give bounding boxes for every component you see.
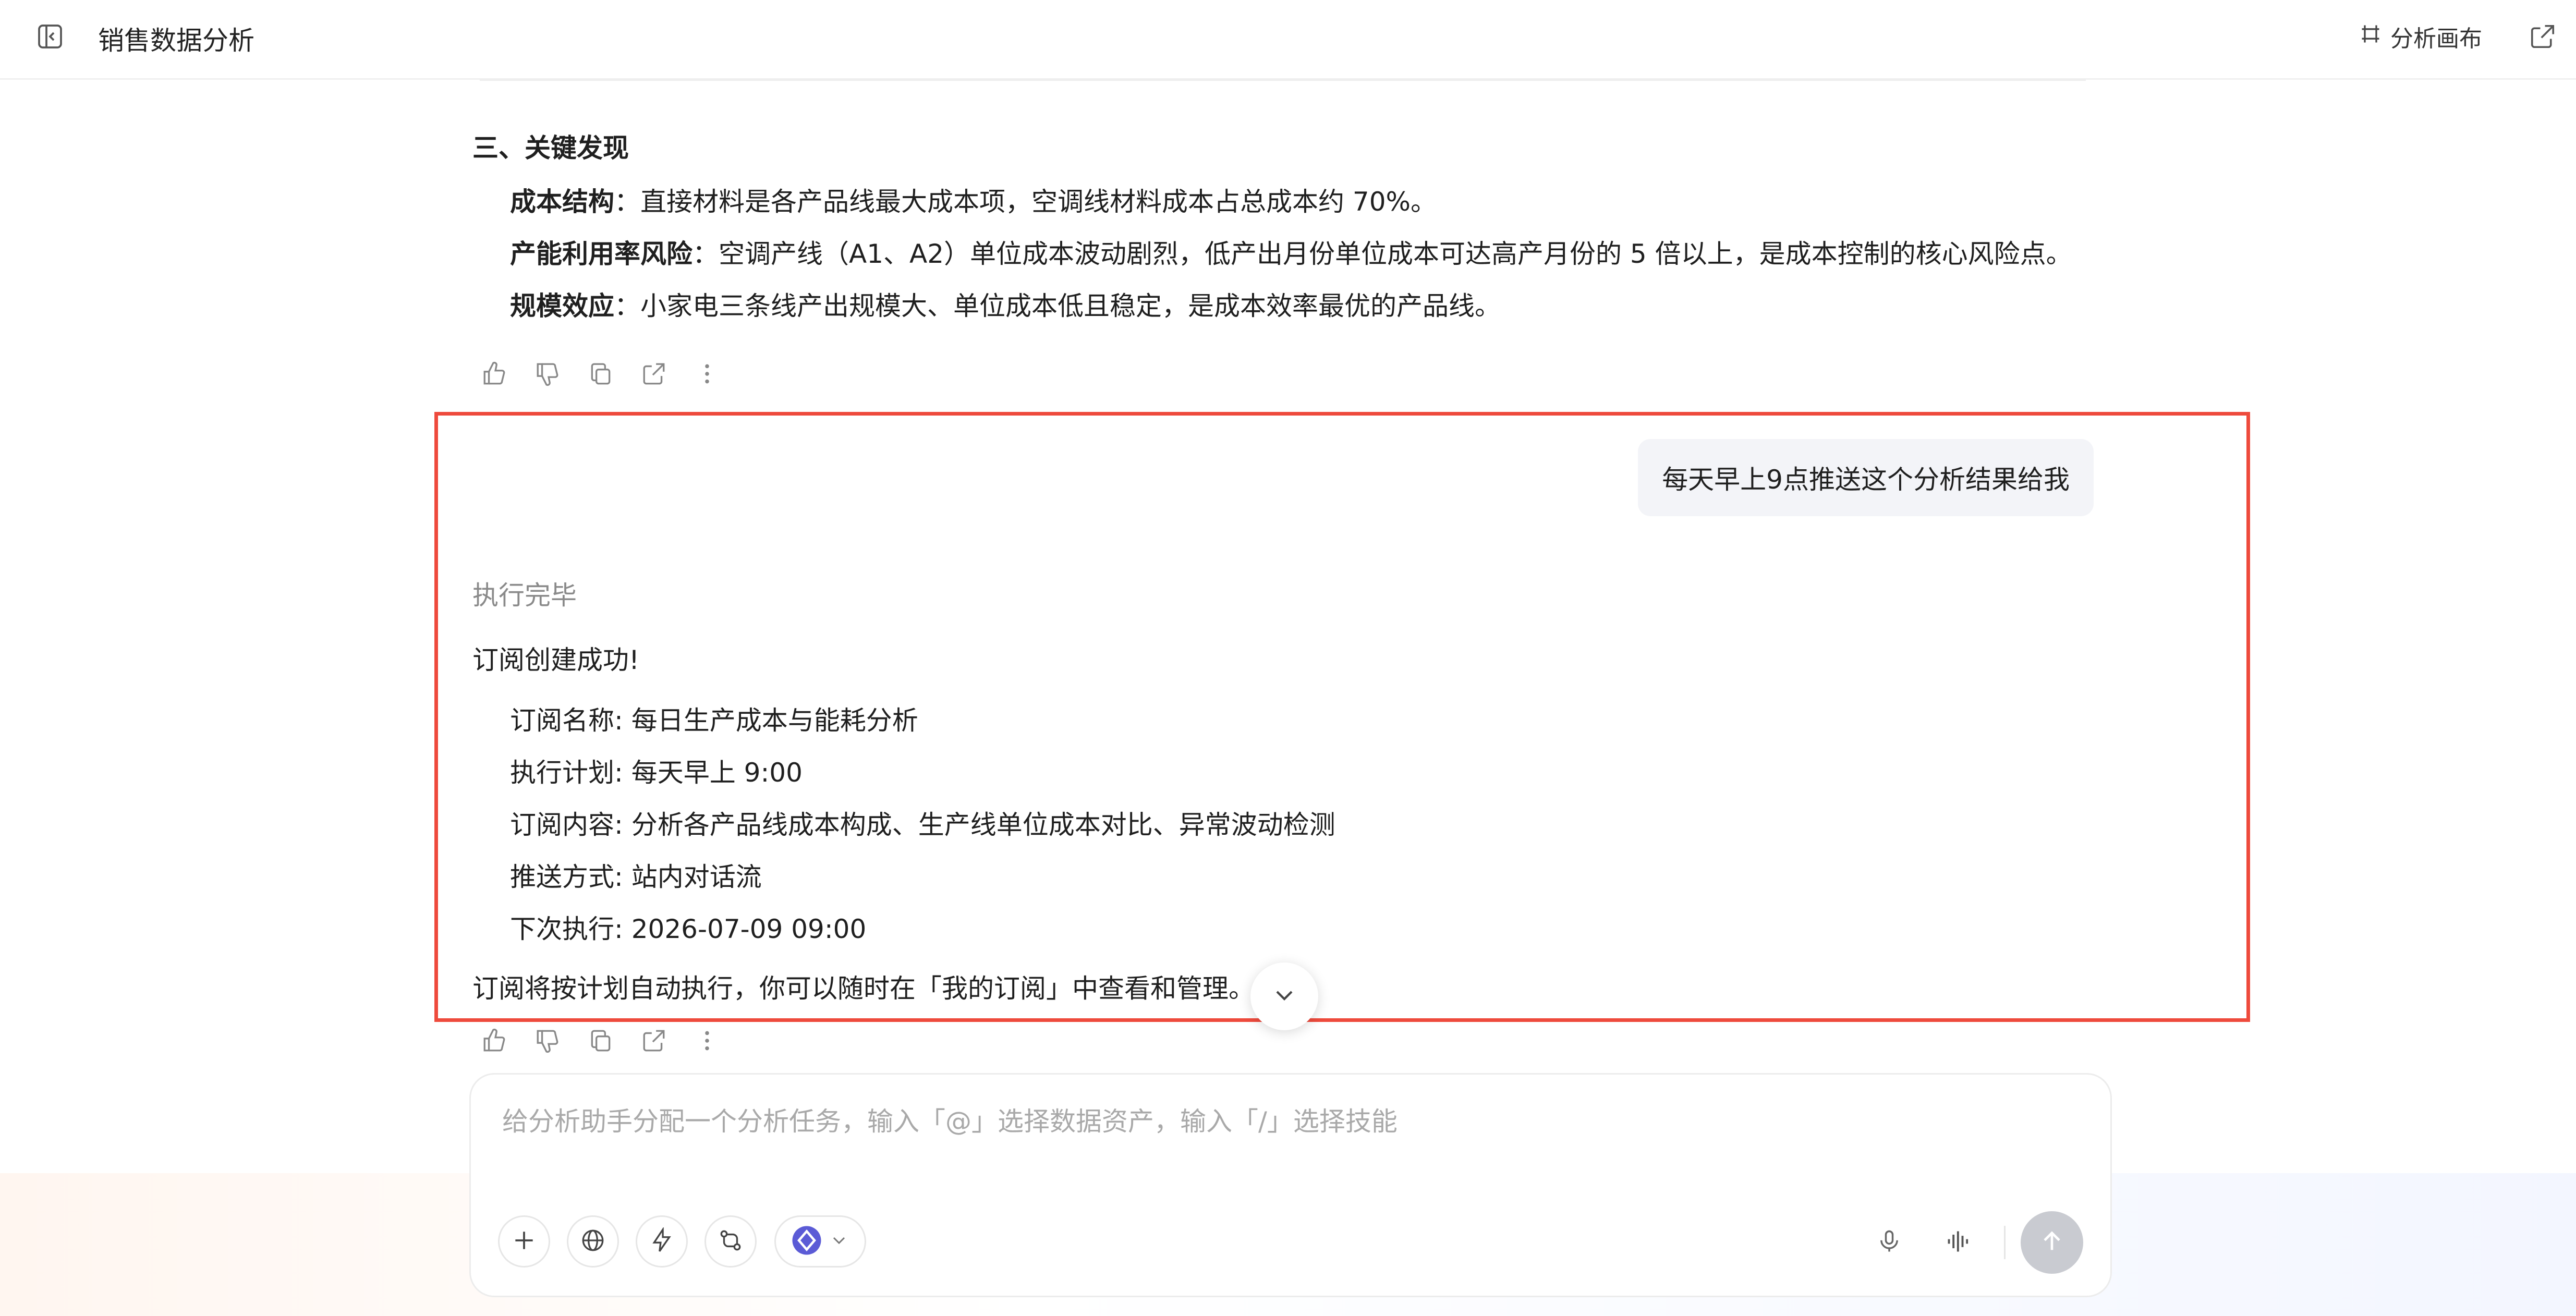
subscription-detail: 推送方式: 站内对话流 (510, 862, 762, 892)
arrow-up-icon (2037, 1227, 2067, 1258)
thumbs-down-icon[interactable] (531, 357, 564, 391)
chat-input-card: 给分析助手分配一个分析任务，输入「@」选择数据资产，输入「/」选择技能 (469, 1073, 2112, 1297)
reply-footer: 订阅将按计划自动执行，你可以随时在「我的订阅」中查看和管理。 (472, 973, 1255, 1004)
canvas-icon (2359, 22, 2382, 51)
web-search-button[interactable] (567, 1215, 619, 1268)
chat-input[interactable]: 给分析助手分配一个分析任务，输入「@」选择数据资产，输入「/」选择技能 (502, 1101, 1398, 1138)
add-button[interactable] (498, 1215, 550, 1268)
quick-action-button[interactable] (636, 1215, 688, 1268)
chevron-down-icon (829, 1230, 849, 1253)
share-icon[interactable] (637, 357, 671, 391)
copy-icon[interactable] (584, 1024, 617, 1057)
scroll-down-button[interactable] (1250, 962, 1318, 1030)
thumbs-up-icon[interactable] (478, 357, 511, 391)
content-divider (480, 79, 2086, 81)
microphone-icon[interactable] (1874, 1226, 1905, 1257)
sidebar-toggle-icon[interactable] (31, 18, 69, 55)
more-icon[interactable] (690, 1024, 724, 1057)
finding-item: 产能利用率风险：空调产线（A1、A2）单位成本波动剧烈，低产出月份单位成本可达高… (510, 239, 2072, 269)
open-external-icon[interactable] (2524, 18, 2561, 55)
canvas-label: 分析画布 (2390, 26, 2482, 52)
share-icon[interactable] (637, 1024, 671, 1057)
more-icon[interactable] (690, 357, 724, 391)
thumbs-down-icon[interactable] (531, 1024, 564, 1057)
workflow-icon (718, 1227, 744, 1256)
subscription-detail: 订阅内容: 分析各产品线成本构成、生产线单位成本对比、异常波动检测 (510, 810, 1335, 840)
thumbs-up-icon[interactable] (478, 1024, 511, 1057)
globe-icon (580, 1227, 606, 1256)
finding-item: 规模效应：小家电三条线产出规模大、单位成本低且稳定，是成本效率最优的产品线。 (510, 291, 1501, 321)
model-selector[interactable] (774, 1215, 866, 1268)
message-actions (478, 357, 724, 391)
subscription-detail: 订阅名称: 每日生产成本与能耗分析 (510, 705, 918, 736)
analysis-canvas-button[interactable]: 分析画布 (2359, 16, 2482, 57)
reply-headline: 订阅创建成功! (472, 645, 640, 675)
message-actions (478, 1024, 724, 1057)
user-message-bubble: 每天早上9点推送这个分析结果给我 (1638, 439, 2094, 516)
top-bar: 销售数据分析 分析画布 (0, 0, 2576, 80)
lightning-icon (649, 1226, 675, 1256)
copy-icon[interactable] (584, 357, 617, 391)
chevron-down-icon (1270, 981, 1299, 1012)
finding-item: 成本结构：直接材料是各产品线最大成本项，空调线材料成本占总成本约 70%。 (510, 187, 1437, 217)
subscription-detail: 执行计划: 每天早上 9:00 (510, 758, 803, 788)
toolbar-divider (2004, 1226, 2006, 1259)
model-logo-icon (791, 1225, 822, 1258)
page-title: 销售数据分析 (98, 26, 254, 56)
findings-title: 三、关键发现 (472, 133, 629, 163)
execution-status: 执行完毕 (472, 580, 577, 611)
plus-icon (511, 1227, 537, 1256)
subscription-detail: 下次执行: 2026-07-09 09:00 (510, 914, 867, 944)
voice-wave-icon[interactable] (1943, 1226, 1975, 1257)
send-button[interactable] (2021, 1211, 2083, 1274)
workflow-button[interactable] (704, 1215, 757, 1268)
